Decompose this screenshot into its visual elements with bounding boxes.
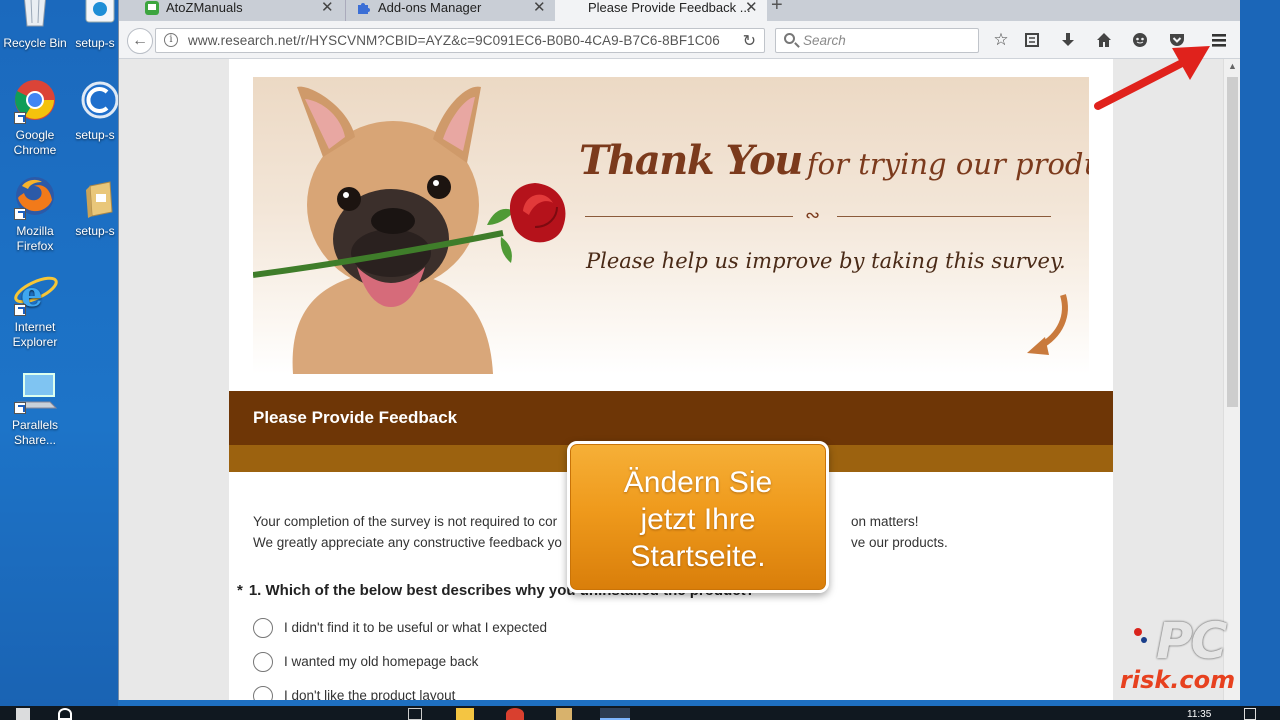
curved-arrow-icon — [1027, 294, 1068, 355]
divider-left — [585, 216, 793, 217]
vertical-scrollbar[interactable]: ▲ — [1223, 59, 1240, 700]
shortcut-arrow-icon — [14, 112, 26, 124]
bookmark-star-icon[interactable]: ☆ — [990, 29, 1012, 51]
puzzle-piece-icon — [356, 1, 370, 15]
survey-panel: Thank You for trying our product! ∾ Plea… — [229, 59, 1113, 700]
desktop-icon-label: Recycle Bin — [3, 36, 67, 50]
required-asterisk: * — [237, 582, 243, 599]
desktop-icon-label: Google Chrome — [13, 128, 57, 157]
file-explorer-icon[interactable] — [456, 708, 474, 720]
desktop-icon-label: Parallels Share... — [11, 418, 59, 447]
url-text: www.research.net/r/HYSCVNM?CBID=AYZ&c=9C… — [188, 33, 720, 48]
red-pointer-arrow-icon — [1094, 46, 1210, 110]
reload-icon[interactable]: ↻ — [743, 31, 756, 51]
tab-title: AtoZManuals — [166, 0, 243, 15]
thank-you-text: Thank You — [579, 137, 803, 184]
setup-box-icon — [72, 174, 118, 220]
parallels-monitor-icon — [12, 368, 58, 414]
french-bulldog-with-rose-illustration — [253, 86, 566, 374]
tab-strip: AtoZManuals ✕ Add-ons Manager ✕ Please P… — [119, 0, 1240, 21]
back-arrow-icon: ← — [132, 32, 148, 49]
navigation-toolbar: ← i www.research.net/r/HYSCVNM?CBID=AYZ&… — [119, 21, 1240, 59]
task-view-icon[interactable] — [408, 708, 422, 720]
tab-addons-manager[interactable]: Add-ons Manager ✕ — [345, 0, 553, 21]
address-bar[interactable]: i www.research.net/r/HYSCVNM?CBID=AYZ&c=… — [155, 28, 765, 53]
callout-line-3: Startseite. — [630, 540, 766, 573]
back-button[interactable]: ← — [127, 28, 153, 54]
browser-window: AtoZManuals ✕ Add-ons Manager ✕ Please P… — [118, 0, 1240, 700]
reading-list-icon[interactable] — [1021, 29, 1043, 51]
thank-you-heading: Thank You for trying our product! — [579, 137, 1089, 184]
radio-button[interactable] — [253, 652, 273, 672]
survey-request-text: Please help us improve by taking this su… — [586, 249, 1066, 273]
shortcut-arrow-icon — [14, 208, 26, 220]
site-info-icon[interactable]: i — [164, 33, 178, 47]
close-tab-icon[interactable]: ✕ — [745, 0, 758, 15]
search-placeholder: Search — [803, 33, 846, 48]
search-bar[interactable]: Search — [775, 28, 979, 53]
desktop-icon-label: setup-s — [75, 224, 115, 238]
setup-c-icon — [72, 78, 119, 124]
new-tab-button[interactable]: + — [771, 0, 783, 17]
trying-product-text: for trying our product! — [806, 147, 1089, 181]
intro-line-1-tail: on matters! — [851, 514, 919, 529]
windows-start-icon[interactable] — [16, 708, 30, 720]
setup-taskbar-icon[interactable] — [556, 708, 572, 720]
desktop-icon-label: Internet Explorer — [12, 320, 58, 349]
desktop: Recycle Bin setup-s Google Chrome setup-… — [0, 0, 119, 706]
desktop-icon-parallels[interactable]: Parallels Share... — [0, 368, 72, 448]
radio-button[interactable] — [253, 686, 273, 700]
cortana-search-icon[interactable] — [58, 708, 72, 720]
firefox-taskbar-icon[interactable] — [600, 708, 630, 720]
tab-title: Add-ons Manager — [378, 0, 482, 15]
feedback-heading: Please Provide Feedback — [253, 408, 458, 427]
intro-line-1: Your completion of the survey is not req… — [253, 514, 558, 529]
survey-intro: Your completion of the survey is not req… — [253, 511, 948, 553]
chrome-taskbar-icon[interactable] — [506, 708, 524, 720]
desktop-icon-label: setup-s — [75, 128, 115, 142]
shortcut-arrow-icon — [14, 402, 26, 414]
intro-line-2-tail: ve our products. — [851, 535, 948, 550]
thank-you-banner: Thank You for trying our product! ∾ Plea… — [253, 77, 1089, 374]
close-tab-icon[interactable]: ✕ — [321, 0, 334, 15]
intro-line-2: We greatly appreciate any constructive f… — [253, 535, 562, 550]
tab-please-provide-feedback[interactable]: Please Provide Feedback ... ✕ — [555, 0, 767, 21]
firefox-icon — [12, 174, 58, 220]
divider-right — [837, 216, 1051, 217]
callout-line-2: jetzt Ihre — [640, 503, 756, 536]
setup-installer-icon — [72, 0, 118, 32]
shortcut-arrow-icon — [14, 304, 26, 316]
download-icon[interactable] — [1057, 29, 1079, 51]
recycle-bin-icon — [12, 0, 58, 32]
notification-icon[interactable] — [1244, 708, 1256, 720]
page-viewport: Thank You for trying our product! ∾ Plea… — [119, 59, 1223, 700]
search-icon — [784, 33, 795, 44]
desktop-right-edge — [1240, 0, 1280, 706]
internet-explorer-icon: e — [12, 270, 58, 316]
watermark-pc: PC — [1156, 612, 1227, 670]
close-tab-icon[interactable]: ✕ — [533, 0, 546, 15]
scrollbar-thumb[interactable] — [1227, 77, 1238, 407]
desktop-icon-label: setup-s — [75, 36, 115, 50]
tutorial-callout: Ändern Sie jetzt Ihre Startseite. — [567, 441, 829, 593]
feedback-header: Please Provide Feedback — [229, 391, 1113, 445]
answer-option-label: I didn't find it to be useful or what I … — [284, 620, 547, 635]
taskbar: 11:35 — [0, 706, 1280, 720]
desktop-icon-label: Mozilla Firefox — [16, 224, 54, 253]
desktop-icon-internet-explorer[interactable]: e Internet Explorer — [0, 270, 72, 350]
ornament-icon: ∾ — [805, 205, 821, 226]
radio-button[interactable] — [253, 618, 273, 638]
tab-title: Please Provide Feedback ... — [588, 0, 751, 15]
callout-line-1: Ändern Sie — [623, 466, 773, 499]
answer-option-label: I wanted my old homepage back — [284, 654, 479, 669]
scroll-up-arrow-icon[interactable]: ▲ — [1228, 61, 1237, 71]
tab-atozmanuals[interactable]: AtoZManuals ✕ — [119, 0, 343, 21]
watermark-risk: risk.com — [1120, 666, 1236, 694]
answer-option-label: I don't like the product layout — [284, 688, 456, 700]
chrome-icon — [12, 78, 58, 124]
atozmanuals-favicon-icon — [145, 1, 159, 15]
clock: 11:35 — [1187, 709, 1212, 720]
